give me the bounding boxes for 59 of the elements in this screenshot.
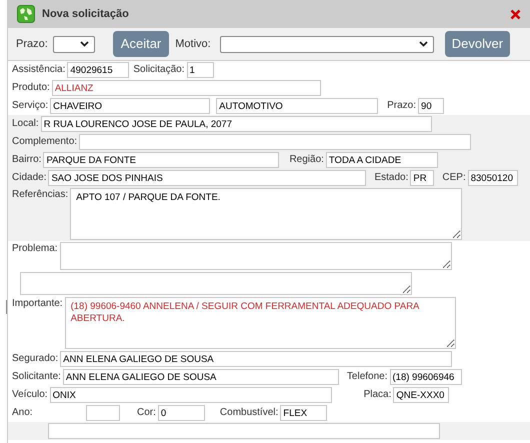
input-field[interactable]: (18) 99606946	[390, 369, 462, 385]
input-field[interactable]: 1	[186, 62, 214, 78]
field-label: Produto:	[12, 82, 50, 93]
input-field[interactable]: ALLIANZ	[52, 80, 321, 96]
input-field[interactable]: TODA A CIDADE	[326, 152, 438, 168]
field-label: Estado:	[374, 172, 408, 183]
input-field[interactable]: ANN ELENA GALIEGO DE SOUSA	[60, 351, 452, 367]
field-label: Solicitação:	[133, 64, 184, 75]
field-label: Problema:	[12, 243, 58, 254]
field-label: Assistência:	[12, 64, 66, 75]
chevron-down-icon	[418, 41, 428, 47]
text-area[interactable]	[60, 242, 452, 270]
input-field[interactable]: FLEX	[280, 405, 328, 421]
close-icon[interactable]	[510, 8, 521, 20]
field-label: Segurado:	[12, 353, 58, 364]
field-label: CEP:	[442, 172, 466, 183]
field-label: Bairro:	[12, 154, 42, 165]
field-label: Prazo:	[16, 36, 48, 52]
input-field[interactable]: CHAVEIRO	[50, 98, 210, 114]
text-area[interactable]	[20, 272, 412, 295]
input-field[interactable]: SAO JOSE DOS PINHAIS	[48, 170, 366, 186]
input-field[interactable]: PARQUE DA FONTE	[43, 152, 280, 168]
input-field[interactable]: PR	[410, 170, 434, 186]
field-label: Telefone:	[346, 371, 388, 382]
input-field[interactable]: QNE-XXX0	[393, 387, 450, 403]
globe-icon	[17, 5, 35, 23]
field-label: Complemento:	[12, 136, 78, 147]
chevron-down-icon	[80, 41, 89, 47]
field-label: Serviço:	[12, 100, 48, 111]
input-field[interactable]: 49029615	[67, 62, 130, 78]
window-title: Nova solicitação	[42, 6, 129, 22]
field-label: Motivo:	[175, 36, 211, 52]
field-label: Cidade:	[12, 172, 46, 183]
text-area[interactable]: (18) 99606-9460 ANNELENA / SEGUIR COM FERRAMENTAL ADEQUADO PARA ABERTURA.	[64, 297, 456, 349]
input-field[interactable]	[79, 134, 472, 150]
input-field[interactable]: 90	[418, 98, 444, 114]
input-field[interactable]: AUTOMOTIVO	[216, 98, 378, 114]
field-label: Veículo:	[12, 389, 48, 400]
field-label: Local:	[12, 118, 39, 129]
field-label: Combustível:	[220, 407, 278, 418]
input-field[interactable]	[86, 405, 120, 421]
input-field[interactable]: 0	[158, 405, 205, 421]
field-label: Referências:	[12, 189, 68, 200]
input-field[interactable]: 83050120	[468, 170, 518, 186]
field-label: Solicitante:	[12, 371, 61, 382]
accept-button[interactable]: Aceitar	[112, 31, 170, 57]
text-area[interactable]: APTO 107 / PARQUE DA FONTE.	[70, 188, 462, 240]
input-field[interactable]: R RUA LOURENCO JOSE DE PAULA, 2077	[40, 116, 432, 132]
return-button[interactable]: Devolver	[444, 31, 510, 57]
input-field[interactable]	[48, 423, 440, 439]
field-label: Região:	[289, 154, 324, 165]
field-label: Importante:	[12, 298, 63, 309]
field-label: Placa:	[364, 389, 392, 400]
field-label: Cor:	[137, 407, 156, 418]
input-field[interactable]: ONIX	[50, 387, 332, 403]
dropdown[interactable]	[52, 36, 95, 52]
field-label: Ano:	[12, 407, 33, 418]
input-field[interactable]: ANN ELENA GALIEGO DE SOUSA	[62, 369, 339, 385]
field-label: Prazo:	[387, 100, 416, 111]
